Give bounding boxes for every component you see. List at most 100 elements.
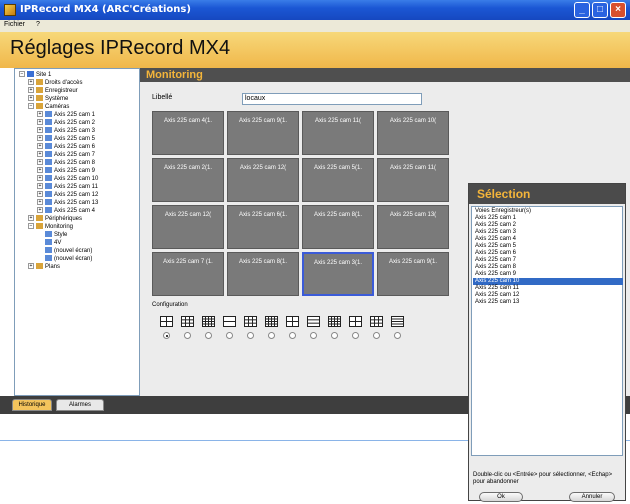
tree-item[interactable]: + Axis 225 cam 12 (37, 191, 98, 199)
layout-radio[interactable] (394, 332, 401, 339)
layout-2x2-icon[interactable] (202, 316, 215, 327)
monitor-cell[interactable]: Axis 225 cam 3(1. (302, 252, 374, 296)
tree-item[interactable]: + Plans (28, 263, 60, 271)
layout-3+4-icon[interactable] (370, 316, 383, 327)
expand-icon[interactable]: + (37, 135, 43, 142)
monitor-cell[interactable]: Axis 225 cam 7 (1. (152, 252, 224, 296)
expand-icon[interactable]: + (37, 159, 43, 166)
monitor-cell[interactable]: Axis 225 cam 11( (377, 158, 449, 202)
layout-radio[interactable] (163, 332, 170, 339)
expand-icon[interactable]: + (28, 95, 34, 102)
layout-radio[interactable] (184, 332, 191, 339)
maximize-button[interactable]: □ (592, 2, 608, 18)
list-item[interactable]: Axis 225 cam 4 (473, 236, 623, 243)
layout-1+3-icon[interactable] (349, 316, 362, 327)
layout-radio[interactable] (289, 332, 296, 339)
tree-item[interactable]: + Axis 225 cam 11 (37, 183, 98, 191)
layout-radio[interactable] (373, 332, 380, 339)
tree-item[interactable]: 4V (37, 239, 61, 247)
expand-icon[interactable]: + (37, 111, 43, 118)
tab-alarms[interactable]: Alarmes (56, 399, 104, 411)
tree-item[interactable]: + Axis 225 cam 7 (37, 151, 95, 159)
layout-radio[interactable] (226, 332, 233, 339)
tree-item[interactable]: + Axis 225 cam 4 (37, 207, 95, 215)
expand-icon[interactable]: + (37, 151, 43, 158)
list-item[interactable]: Axis 225 cam 2 (473, 222, 623, 229)
monitor-cell[interactable]: Axis 225 cam 8(1. (227, 252, 299, 296)
collapse-icon[interactable]: − (19, 71, 25, 78)
expand-icon[interactable]: + (37, 175, 43, 182)
list-item[interactable]: Axis 225 cam 3 (473, 229, 623, 236)
layout-3x3-icon[interactable] (181, 316, 194, 327)
expand-icon[interactable]: + (37, 207, 43, 214)
list-item[interactable]: Axis 225 cam 9 (473, 271, 623, 278)
list-item[interactable]: Axis 225 cam 6 (473, 250, 623, 257)
tree-item[interactable]: + Axis 225 cam 1 (37, 111, 95, 119)
menu-file[interactable]: Fichier (4, 21, 25, 28)
expand-icon[interactable]: + (28, 263, 34, 270)
list-item[interactable]: Axis 225 cam 11 (473, 285, 623, 292)
layout-radio[interactable] (268, 332, 275, 339)
layout-radio[interactable] (247, 332, 254, 339)
tree-item[interactable]: + Axis 225 cam 10 (37, 175, 98, 183)
list-item[interactable]: Axis 225 cam 10 (473, 278, 623, 285)
tree-item[interactable]: + Système (28, 95, 68, 103)
expand-icon[interactable]: + (37, 191, 43, 198)
layout-radio[interactable] (331, 332, 338, 339)
tree-item[interactable]: − Caméras (28, 103, 69, 111)
tree-item[interactable]: + Axis 225 cam 8 (37, 159, 95, 167)
layout-1+5-icon[interactable] (223, 316, 236, 327)
expand-icon[interactable]: + (37, 183, 43, 190)
monitor-cell[interactable]: Axis 225 cam 4(1. (152, 111, 224, 155)
expand-icon[interactable]: + (28, 215, 34, 222)
monitor-cell[interactable]: Axis 225 cam 6(1. (227, 205, 299, 249)
tree-item[interactable]: + Axis 225 cam 2 (37, 119, 95, 127)
cancel-button[interactable]: Annuler (569, 492, 615, 502)
tree-item[interactable]: (nouvel écran) (37, 255, 92, 263)
settings-tree[interactable]: − Site 1 + Droits d'accès + Enregistreur + Syst… (14, 68, 140, 396)
monitor-cell[interactable]: Axis 225 cam 10( (377, 111, 449, 155)
close-button[interactable]: × (610, 2, 626, 18)
minimize-button[interactable]: _ (574, 2, 590, 18)
list-item[interactable]: Axis 225 cam 5 (473, 243, 623, 250)
monitor-cell[interactable]: Axis 225 cam 12( (152, 205, 224, 249)
layout-wide-icon[interactable] (391, 316, 404, 327)
tree-item[interactable]: + Axis 225 cam 6 (37, 143, 95, 151)
list-item[interactable]: Axis 225 cam 13 (473, 299, 623, 306)
layout-radio[interactable] (352, 332, 359, 339)
layout-1+12-icon[interactable] (286, 316, 299, 327)
expand-icon[interactable]: + (28, 87, 34, 94)
tree-item[interactable]: − Monitoring (28, 223, 73, 231)
menu-help[interactable]: ? (36, 21, 40, 28)
tree-item[interactable]: + Axis 225 cam 5 (37, 135, 95, 143)
tree-item[interactable]: + Axis 225 cam 13 (37, 199, 98, 207)
list-item[interactable]: Axis 225 cam 1 (473, 215, 623, 222)
tree-item[interactable]: Style (37, 231, 67, 239)
tree-item[interactable]: + Axis 225 cam 3 (37, 127, 95, 135)
tree-item[interactable]: + Axis 225 cam 9 (37, 167, 95, 175)
expand-icon[interactable]: + (37, 199, 43, 206)
collapse-icon[interactable]: − (28, 223, 34, 230)
list-item[interactable]: Axis 225 cam 8 (473, 264, 623, 271)
layout-radio[interactable] (205, 332, 212, 339)
layout-1+2-icon[interactable] (244, 316, 257, 327)
monitor-cell[interactable]: Axis 225 cam 9(1. (227, 111, 299, 155)
tree-item[interactable]: − Site 1 (19, 71, 51, 79)
monitor-cell[interactable]: Axis 225 cam 11( (302, 111, 374, 155)
list-item[interactable]: Axis 225 cam 12 (473, 292, 623, 299)
list-item[interactable]: Axis 225 cam 7 (473, 257, 623, 264)
layout-4x4-icon[interactable] (160, 316, 173, 327)
tree-item[interactable]: (nouvel écran) (37, 247, 92, 255)
expand-icon[interactable]: + (28, 79, 34, 86)
monitor-cell[interactable]: Axis 225 cam 13( (377, 205, 449, 249)
tree-item[interactable]: + Enregistreur (28, 87, 78, 95)
expand-icon[interactable]: + (37, 119, 43, 126)
channel-list[interactable]: Voies Enregistreur(s) Axis 225 cam 1 Axis … (471, 206, 623, 456)
tab-history[interactable]: Historique (12, 399, 52, 411)
monitor-cell[interactable]: Axis 225 cam 9(1. (377, 252, 449, 296)
layout-2x1-icon[interactable] (328, 316, 341, 327)
expand-icon[interactable]: + (37, 127, 43, 134)
monitor-cell[interactable]: Axis 225 cam 5(1. (302, 158, 374, 202)
tree-item[interactable]: + Périphériques (28, 215, 82, 223)
monitor-cell[interactable]: Axis 225 cam 2(1. (152, 158, 224, 202)
